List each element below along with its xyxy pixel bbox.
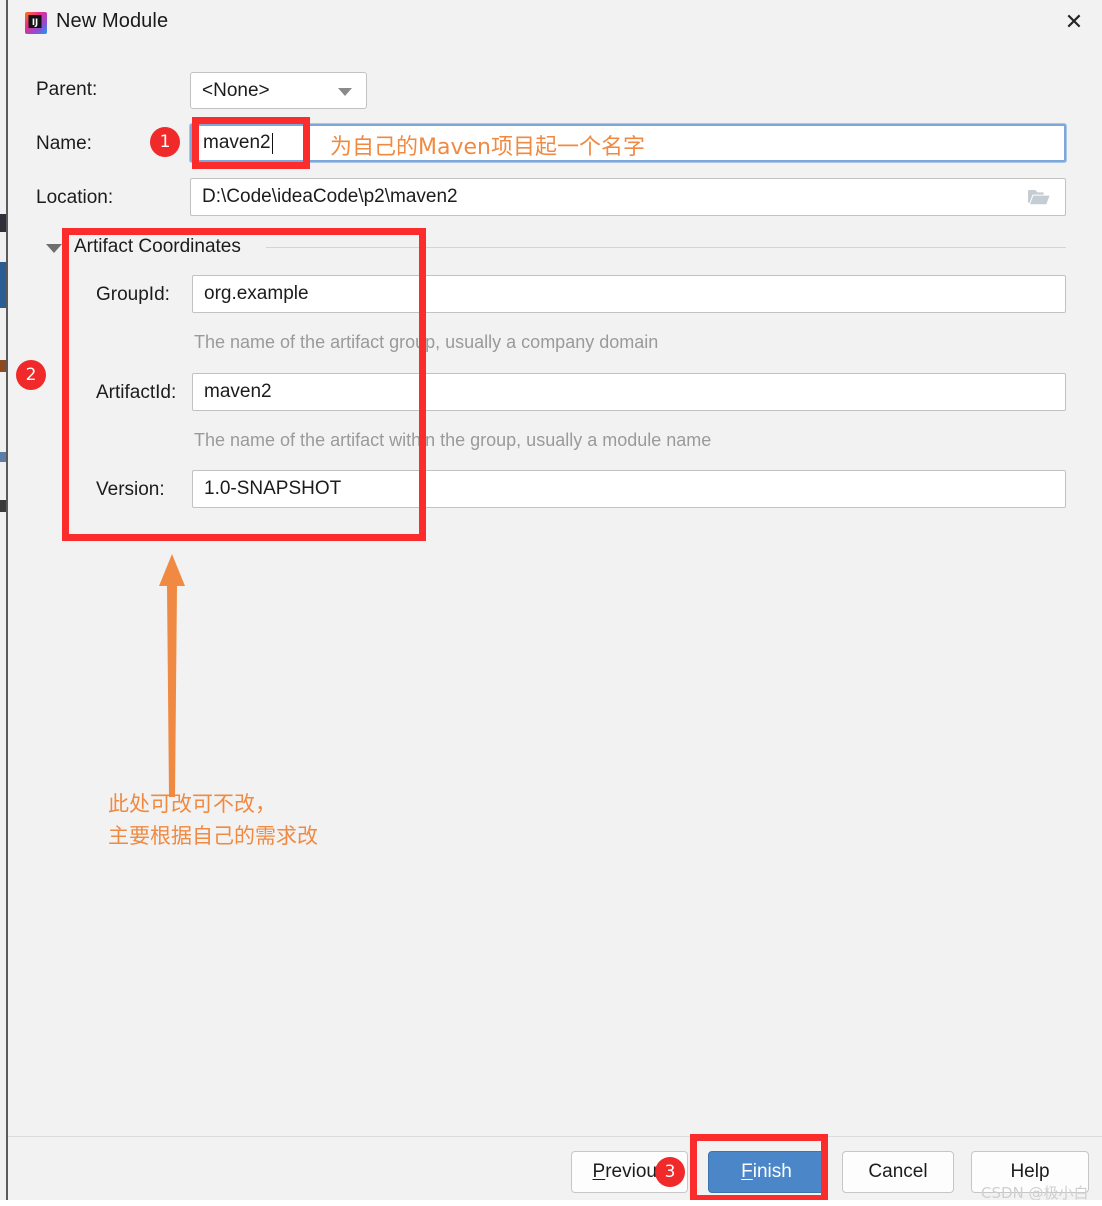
artifact-id-input[interactable]: maven2	[192, 373, 1066, 411]
annotation-name-hint: 为自己的Maven项目起一个名字	[330, 135, 645, 160]
artifact-id-hint: The name of the artifact within the grou…	[194, 430, 712, 450]
version-value: 1.0-SNAPSHOT	[204, 478, 342, 499]
group-divider	[266, 247, 1066, 248]
location-value: D:\Code\ideaCode\p2\maven2	[202, 186, 458, 207]
group-id-label: GroupId:	[96, 284, 170, 305]
finish-label: Finish	[741, 1161, 792, 1182]
title-bar: IJ New Module ✕	[8, 0, 1102, 46]
note-line-2: 主要根据自己的需求改	[108, 824, 318, 848]
group-id-input[interactable]: org.example	[192, 275, 1066, 313]
dialog-footer: Previous Finish Cancel Help	[8, 1136, 1102, 1206]
note-line-1: 此处可改可不改，	[108, 792, 276, 816]
bottom-strip	[0, 1200, 1102, 1206]
group-id-value: org.example	[204, 283, 309, 304]
close-icon: ✕	[1064, 9, 1084, 34]
help-label: Help	[1010, 1161, 1050, 1182]
chevron-down-icon	[338, 87, 352, 96]
cancel-label: Cancel	[868, 1161, 928, 1182]
version-input[interactable]: 1.0-SNAPSHOT	[192, 470, 1066, 508]
annotation-arrow-up	[159, 554, 185, 797]
parent-combobox[interactable]: <None>	[190, 72, 367, 109]
intellij-idea-icon: IJ	[25, 12, 47, 34]
artifact-coordinates-title: Artifact Coordinates	[74, 236, 251, 258]
artifact-id-label: ArtifactId:	[96, 382, 177, 403]
svg-text:IJ: IJ	[32, 18, 38, 28]
folder-icon[interactable]	[1027, 188, 1051, 206]
close-button[interactable]: ✕	[1046, 0, 1102, 44]
window-title: New Module	[56, 10, 169, 32]
text-cursor	[271, 132, 273, 154]
cancel-button[interactable]: Cancel	[842, 1151, 954, 1193]
artifact-id-value: maven2	[204, 381, 272, 402]
parent-label: Parent:	[36, 79, 98, 100]
annotation-note-coords: 此处可改可不改， 主要根据自己的需求改	[108, 788, 318, 852]
artifact-coordinates-twisty[interactable]	[46, 244, 62, 253]
parent-value: <None>	[202, 79, 270, 101]
group-id-hint: The name of the artifact group, usually …	[194, 332, 659, 352]
name-value: maven2	[203, 132, 271, 153]
annotation-badge-3: 3	[655, 1157, 685, 1187]
annotation-badge-1: 1	[150, 127, 180, 157]
version-label: Version:	[96, 479, 165, 500]
name-label: Name:	[36, 133, 92, 154]
location-label: Location:	[36, 187, 114, 208]
annotation-badge-2: 2	[16, 360, 46, 390]
new-module-dialog: IJ New Module ✕ Parent: <None> Name: mav…	[0, 0, 1102, 1206]
location-input[interactable]: D:\Code\ideaCode\p2\maven2	[190, 178, 1066, 216]
finish-button[interactable]: Finish	[708, 1151, 825, 1193]
